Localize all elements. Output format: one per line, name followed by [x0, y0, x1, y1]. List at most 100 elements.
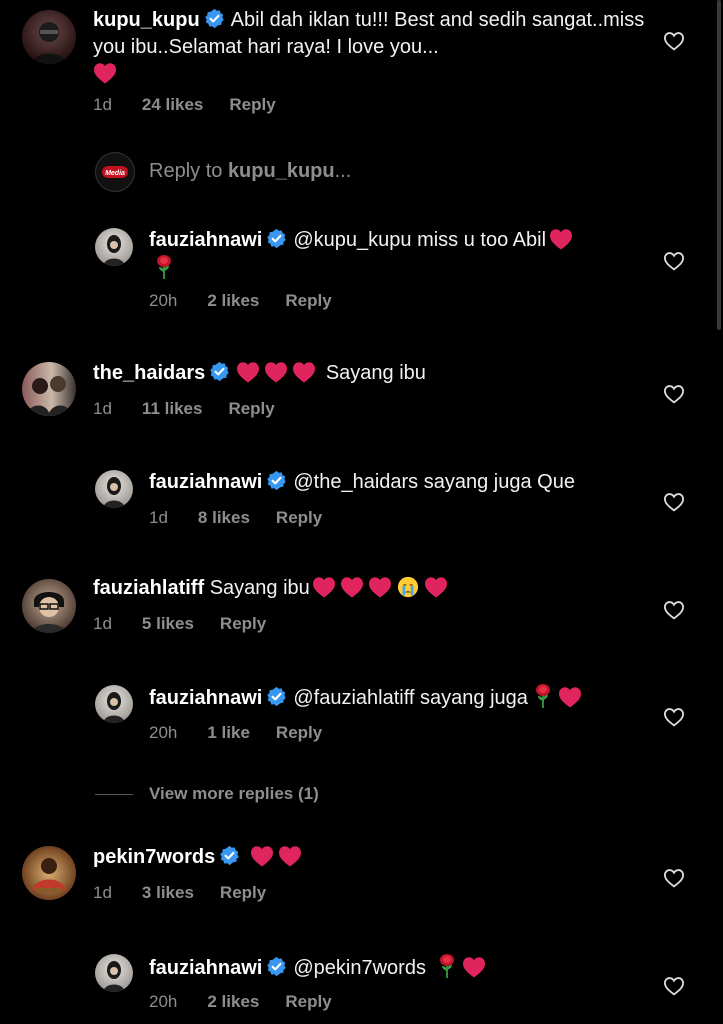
reply-button[interactable]: Reply [285, 992, 331, 1011]
like-heart-icon[interactable] [663, 868, 685, 888]
comment-meta: 1d 11 likes Reply [93, 399, 301, 419]
comment-text: @pekin7words [293, 957, 426, 979]
comment-meta: 1d 24 likes Reply [93, 95, 302, 115]
timestamp: 20h [149, 291, 178, 310]
reply-input-username: kupu_kupu [227, 160, 335, 182]
comment-body: the_haidars Sayang ibu [93, 360, 653, 387]
reply-button[interactable]: Reply [220, 614, 266, 633]
view-more-replies-button[interactable]: View more replies (1) [149, 784, 319, 804]
comment-text: Sayang ibu [209, 577, 310, 599]
red-heart-emoji-icon [549, 228, 573, 250]
timestamp: 1d [93, 95, 112, 114]
timestamp: 20h [149, 723, 178, 742]
comment-meta: 20h 2 likes Reply [149, 291, 358, 311]
avatar[interactable] [22, 579, 76, 633]
avatar[interactable] [22, 10, 76, 64]
reply-button[interactable]: Reply [276, 723, 322, 742]
username[interactable]: fauziahnawi [149, 471, 262, 493]
red-heart-emoji-icon [312, 576, 336, 598]
like-count[interactable]: 2 likes [207, 992, 259, 1011]
comment-meta: 1d 8 likes Reply [149, 508, 348, 528]
like-count[interactable]: 8 likes [198, 508, 250, 527]
comment-body: kupu_kupu Abil dah iklan tu!!! Best and s… [93, 7, 653, 88]
red-heart-emoji-icon [250, 845, 274, 867]
verified-badge-icon [266, 956, 287, 977]
username[interactable]: fauziahnawi [149, 229, 262, 251]
like-count[interactable]: 5 likes [142, 614, 194, 633]
comment-meta: 20h 2 likes Reply [149, 992, 358, 1012]
comment-meta: 1d 5 likes Reply [93, 614, 292, 634]
like-heart-icon[interactable] [663, 251, 685, 271]
like-count[interactable]: 11 likes [142, 399, 203, 418]
timestamp: 20h [149, 992, 178, 1011]
username[interactable]: fauziahnawi [149, 957, 262, 979]
timestamp: 1d [149, 508, 168, 527]
avatar: Media [95, 152, 135, 192]
comment-body: fauziahlatiff Sayang ibu [93, 575, 653, 602]
username[interactable]: fauziahlatiff [93, 577, 204, 599]
comment-text: @kupu_kupu miss u too Abil [293, 229, 547, 251]
red-heart-emoji-icon [93, 62, 117, 84]
red-heart-emoji-icon [264, 361, 288, 383]
reply-button[interactable]: Reply [228, 399, 274, 418]
verified-badge-icon [266, 470, 287, 491]
red-heart-emoji-icon [424, 576, 448, 598]
verified-badge-icon [266, 228, 287, 249]
username[interactable]: the_haidars [93, 362, 205, 384]
rose-emoji-icon [436, 953, 458, 979]
username[interactable]: fauziahnawi [149, 687, 262, 709]
verified-badge-icon [266, 686, 287, 707]
reply-body: fauziahnawi @the_haidars sayang juga Que [149, 469, 629, 496]
avatar[interactable] [95, 685, 133, 723]
reply-button[interactable]: Reply [220, 883, 266, 902]
like-heart-icon[interactable] [663, 976, 685, 996]
like-count[interactable]: 2 likes [207, 291, 259, 310]
reply-body: fauziahnawi @fauziahlatiff sayang juga [149, 683, 649, 712]
like-heart-icon[interactable] [663, 707, 685, 727]
reply-button[interactable]: Reply [229, 95, 275, 114]
avatar[interactable] [22, 846, 76, 900]
scrollbar[interactable] [717, 0, 721, 330]
avatar[interactable] [95, 954, 133, 992]
like-heart-icon[interactable] [663, 600, 685, 620]
username[interactable]: pekin7words [93, 846, 215, 868]
timestamp: 1d [93, 399, 112, 418]
like-count[interactable]: 1 like [207, 723, 250, 742]
svg-text:Media: Media [105, 170, 125, 177]
like-heart-icon[interactable] [663, 31, 685, 51]
avatar[interactable] [22, 362, 76, 416]
reply-button[interactable]: Reply [285, 291, 331, 310]
verified-badge-icon [219, 845, 240, 866]
comment-meta: 20h 1 like Reply [149, 723, 348, 743]
avatar[interactable] [95, 228, 133, 266]
reply-input-prefix: Reply to [149, 160, 223, 182]
comment-text: Sayang ibu [325, 362, 426, 384]
timestamp: 1d [93, 614, 112, 633]
comment-text: @the_haidars sayang juga Que [293, 471, 575, 493]
reply-body: fauziahnawi @pekin7words [149, 953, 649, 982]
like-count[interactable]: 3 likes [142, 883, 194, 902]
timestamp: 1d [93, 883, 112, 902]
red-heart-emoji-icon [292, 361, 316, 383]
like-count[interactable]: 24 likes [142, 95, 203, 114]
comment-text: @fauziahlatiff sayang juga [293, 687, 528, 709]
red-heart-emoji-icon [236, 361, 260, 383]
view-more-divider [95, 794, 133, 795]
like-heart-icon[interactable] [663, 492, 685, 512]
reply-body: fauziahnawi @kupu_kupu miss u too Abil [149, 227, 629, 283]
red-heart-emoji-icon [462, 956, 486, 978]
red-heart-emoji-icon [340, 576, 364, 598]
reply-button[interactable]: Reply [276, 508, 322, 527]
avatar[interactable] [95, 470, 133, 508]
verified-badge-icon [209, 361, 230, 382]
rose-emoji-icon [532, 683, 554, 709]
red-heart-emoji-icon [558, 686, 582, 708]
like-heart-icon[interactable] [663, 384, 685, 404]
comment-meta: 1d 3 likes Reply [93, 883, 292, 903]
rose-emoji-icon [153, 254, 175, 280]
verified-badge-icon [204, 8, 225, 29]
username[interactable]: kupu_kupu [93, 9, 200, 31]
red-heart-emoji-icon [368, 576, 392, 598]
reply-input[interactable]: Reply to kupu_kupu... [149, 160, 351, 183]
reply-input-ellipsis: ... [334, 160, 352, 182]
